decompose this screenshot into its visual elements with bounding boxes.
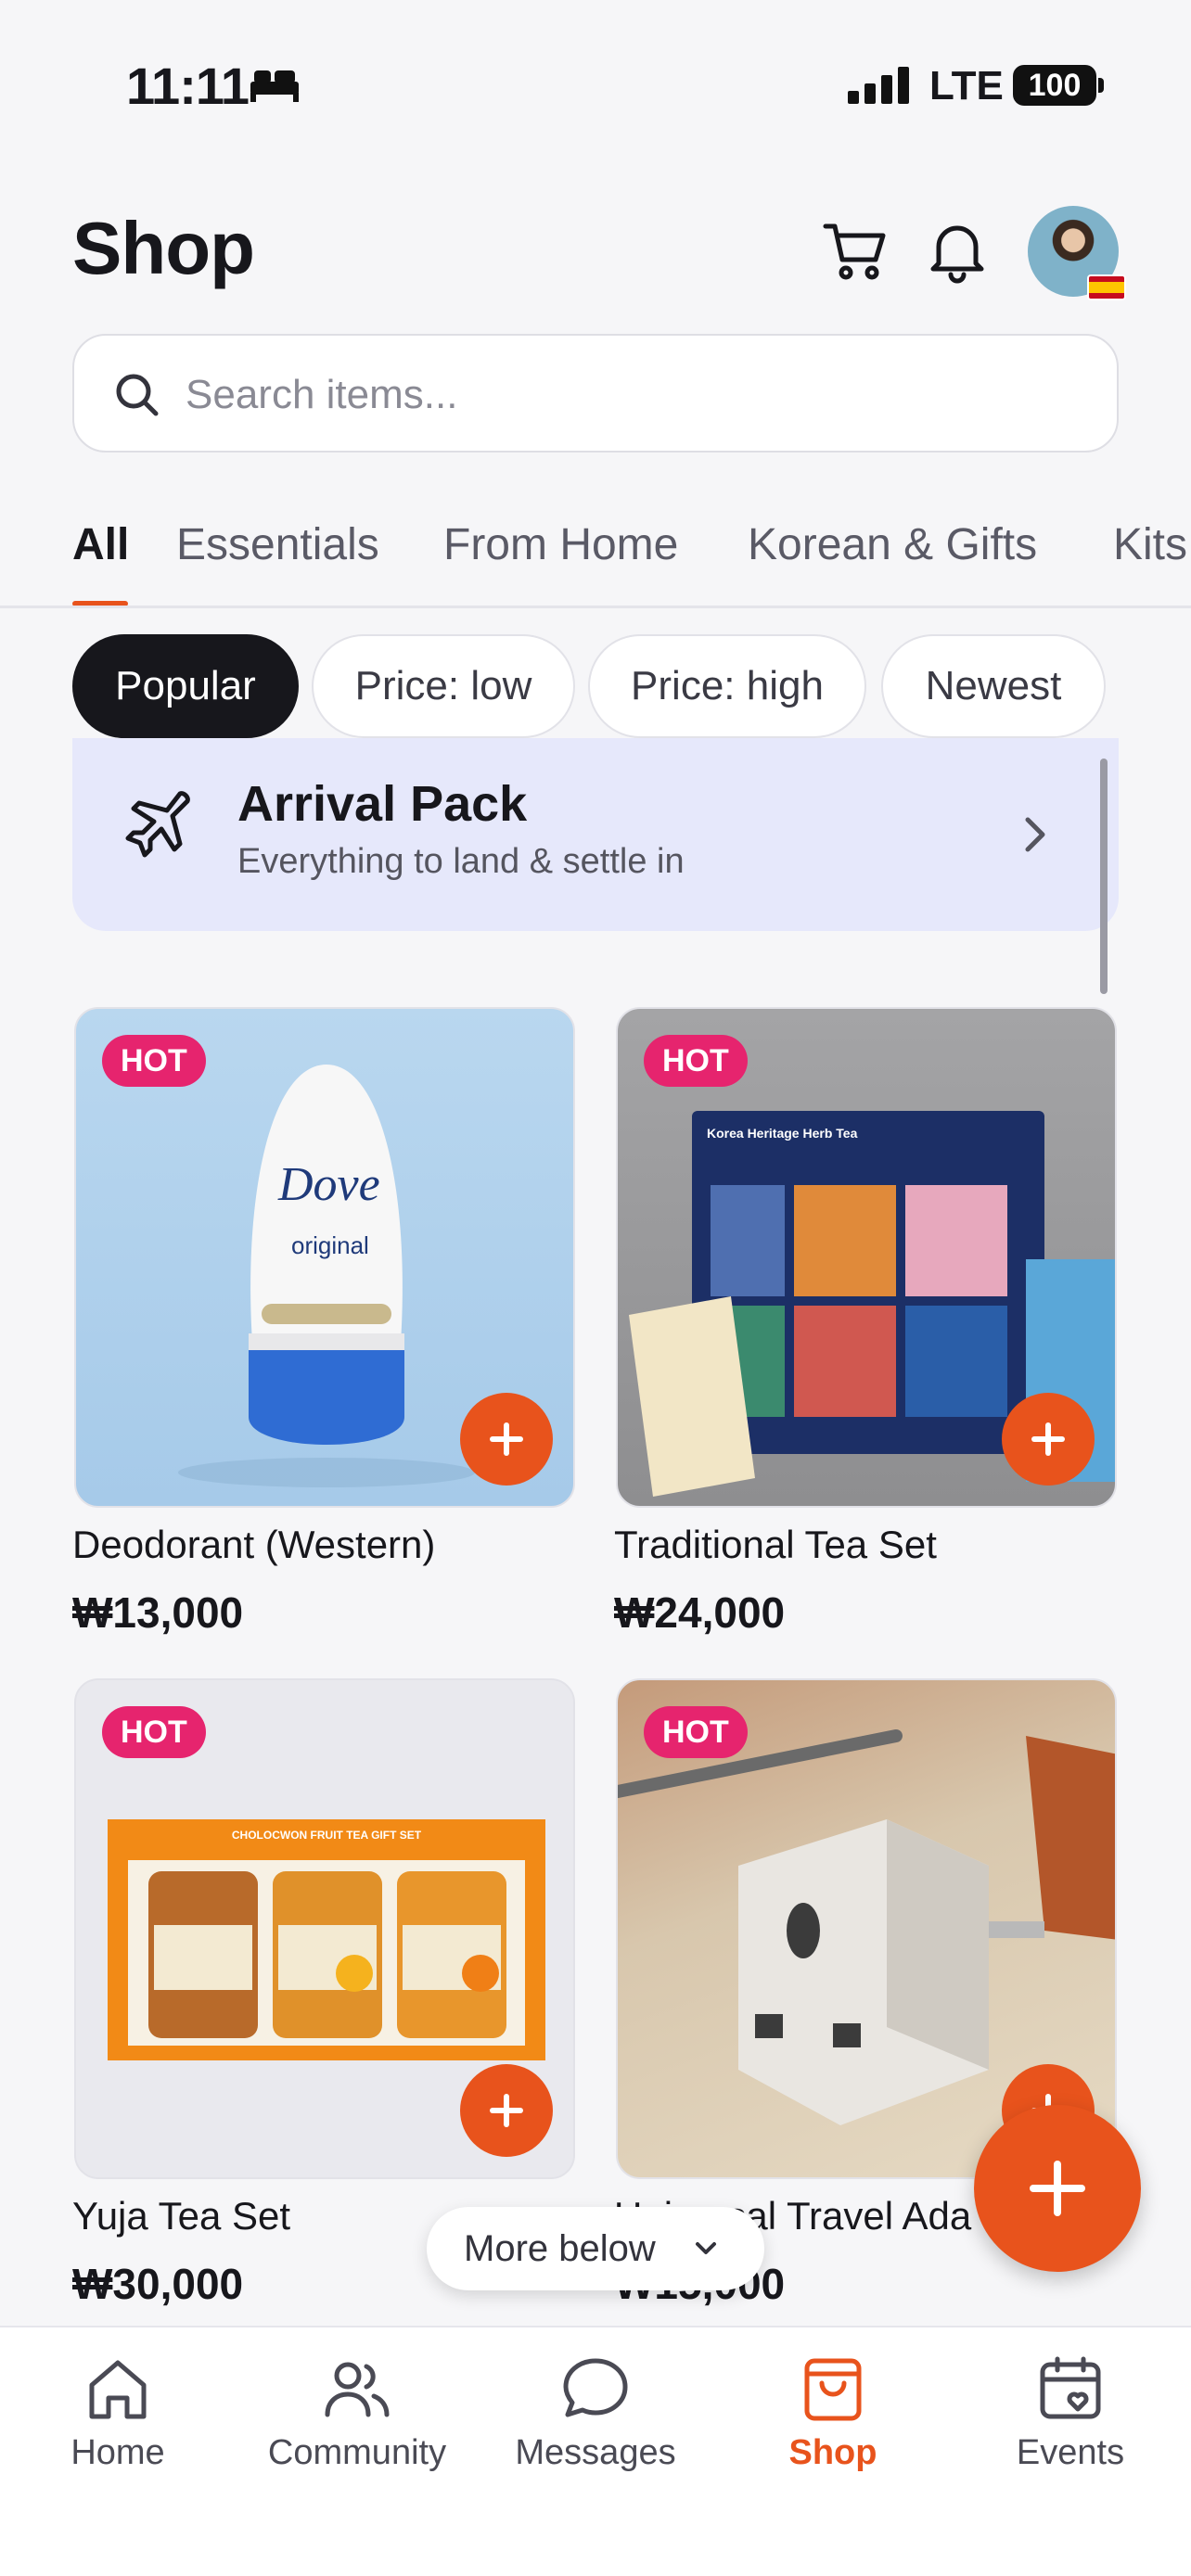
more-below-label: More below [464, 2228, 656, 2269]
status-time: 11:11 [126, 57, 250, 115]
search-input[interactable] [186, 358, 1076, 432]
nav-home[interactable]: Home [16, 2352, 220, 2473]
nav-events[interactable]: Events [968, 2352, 1172, 2473]
tab-from-home[interactable]: From Home [443, 519, 678, 570]
chip-price-high[interactable]: Price: high [588, 634, 866, 738]
chip-newest[interactable]: Newest [881, 634, 1106, 738]
product-name[interactable]: Deodorant (Western) [72, 1523, 435, 1567]
product-name[interactable]: Traditional Tea Set [614, 1523, 937, 1567]
battery-tip [1098, 78, 1104, 93]
product-price: ₩30,000 [72, 2260, 244, 2308]
yuja-box-label: CHOLOCWON FRUIT TEA GIFT SET [231, 1829, 422, 1842]
nav-shop[interactable]: Shop [731, 2352, 935, 2473]
spain-flag-icon [1087, 274, 1126, 300]
tab-korean-gifts[interactable]: Korean & Gifts [748, 519, 1037, 570]
tea-box-label: Korea Heritage Herb Tea [707, 1126, 858, 1141]
nav-label: Shop [788, 2433, 877, 2472]
hot-badge: HOT [102, 1706, 206, 1758]
product-price: ₩24,000 [614, 1588, 786, 1637]
tab-essentials[interactable]: Essentials [176, 519, 379, 570]
product-price: ₩13,000 [72, 1588, 244, 1637]
product-image-tea-set[interactable]: HOT Korea Heritage Herb Tea [616, 1007, 1117, 1508]
scrollbar[interactable] [1100, 759, 1108, 994]
add-to-cart-button[interactable] [460, 2064, 553, 2157]
chip-price-low[interactable]: Price: low [312, 634, 575, 738]
search-bar[interactable] [72, 334, 1119, 453]
network-type: LTE [929, 63, 1004, 108]
battery-level: 100 [1013, 65, 1096, 106]
chat-bubble-icon [563, 2358, 628, 2417]
add-to-cart-button[interactable] [460, 1393, 553, 1486]
hot-badge: HOT [644, 1035, 748, 1087]
chevron-right-icon [1025, 817, 1045, 852]
sleep-mode-icon [250, 70, 299, 102]
shopping-bag-icon [804, 2358, 862, 2421]
status-bar: 11:11 LTE 100 [0, 0, 1191, 139]
hot-badge: HOT [102, 1035, 206, 1087]
banner-subtitle: Everything to land & settle in [237, 842, 685, 881]
more-below-pill[interactable]: More below [427, 2207, 764, 2290]
cart-icon[interactable] [820, 215, 890, 286]
nav-label: Home [70, 2433, 165, 2472]
dove-logo: Dove [278, 1158, 380, 1211]
hot-badge: HOT [644, 1706, 748, 1758]
airplane-icon [125, 791, 190, 858]
tab-all[interactable]: All [72, 519, 129, 570]
nav-community[interactable]: Community [255, 2352, 459, 2473]
product-image-deodorant[interactable]: HOT Dove original [74, 1007, 575, 1508]
tab-kits[interactable]: Kits [1113, 519, 1187, 570]
nav-label: Messages [515, 2433, 676, 2472]
chevron-down-icon [696, 2242, 716, 2254]
page-title: Shop [72, 207, 255, 289]
banner-title: Arrival Pack [237, 776, 528, 832]
add-to-cart-button[interactable] [1002, 1393, 1095, 1486]
active-tab-indicator [72, 601, 128, 606]
arrival-pack-banner[interactable]: Arrival Pack Everything to land & settle… [72, 738, 1119, 931]
nav-label: Community [267, 2433, 447, 2472]
home-icon [89, 2360, 147, 2419]
users-icon [325, 2362, 390, 2417]
chip-popular[interactable]: Popular [72, 634, 299, 738]
deodorant-variant-label: original [291, 1231, 369, 1259]
product-image-yuja-tea[interactable]: HOT CHOLOCWON FRUIT TEA GIFT SET [74, 1678, 575, 2179]
bell-icon[interactable] [922, 215, 992, 286]
cell-signal-icon [848, 67, 909, 104]
bottom-nav: Home Community Messages Shop Events [0, 2326, 1191, 2576]
category-tabs: All Essentials From Home Korean & Gifts … [0, 512, 1191, 608]
nav-messages[interactable]: Messages [493, 2352, 698, 2473]
product-image-travel-adapter[interactable]: HOT [616, 1678, 1117, 2179]
product-name[interactable]: Yuja Tea Set [72, 2194, 290, 2238]
search-icon [116, 374, 159, 416]
calendar-heart-icon [1040, 2356, 1101, 2419]
nav-label: Events [1016, 2433, 1125, 2472]
create-listing-button[interactable] [974, 2105, 1141, 2272]
